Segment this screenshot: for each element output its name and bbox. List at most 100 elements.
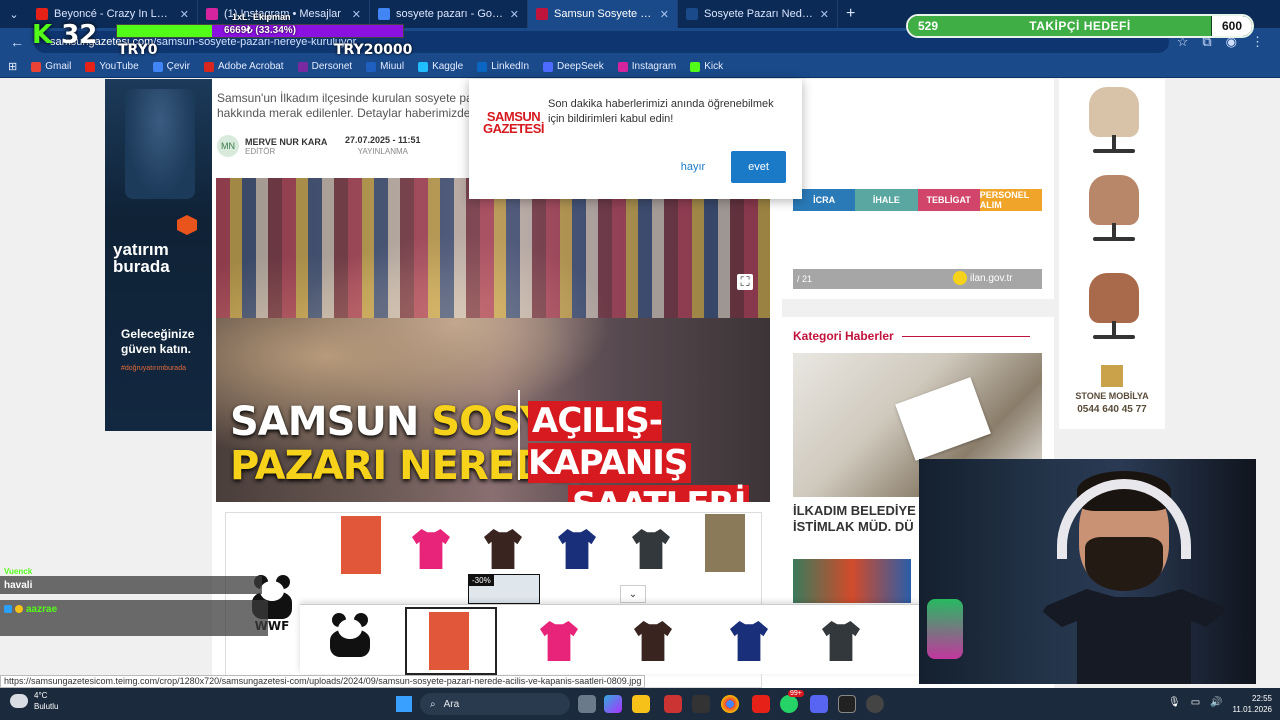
deny-button[interactable]: hayır [665, 153, 721, 181]
start-windows-icon[interactable] [396, 696, 412, 712]
ad-figure-illustration [125, 89, 195, 199]
carousel-product-item[interactable] [816, 613, 866, 669]
product-item[interactable] [478, 521, 528, 577]
tab-search-chevron-icon[interactable]: ⌄ [0, 0, 28, 28]
bookmark-item[interactable]: Kick [690, 61, 723, 72]
hero-red-line-1: AÇILIŞ- KAPANIŞ [528, 401, 692, 483]
bookmark-item[interactable]: Instagram [617, 61, 676, 72]
bookmark-item[interactable]: Kaggle [418, 61, 463, 72]
store-icon[interactable] [692, 695, 710, 713]
back-arrow-icon[interactable]: ← [8, 34, 26, 50]
collapse-chevron-button[interactable]: ⌄ [620, 585, 646, 603]
accept-button[interactable]: evet [731, 151, 786, 183]
menu-kebab-icon[interactable]: ⋮ [1251, 34, 1264, 50]
tab-favicon-icon [536, 8, 548, 20]
bookmark-label: Adobe Acrobat [217, 61, 284, 72]
browser-tab[interactable]: Samsun Sosyete Pazarı nereye ✕ [528, 0, 678, 28]
author-name[interactable]: MERVE NUR KARA [245, 137, 327, 147]
taskbar-search[interactable]: ⌕ Ara [420, 693, 570, 715]
sub-goal-title: 1xL: Ekipman [232, 12, 291, 22]
chat-user-2: aazrae [26, 603, 58, 615]
product-item[interactable] [406, 521, 456, 577]
carousel-product-item[interactable] [628, 613, 678, 669]
network-icon[interactable]: ▭ [1191, 697, 1200, 708]
link-status-url: https://samsungazetesicom.teimg.com/crop… [0, 675, 646, 688]
kategori-news-thumbnail[interactable] [793, 559, 911, 603]
news-app-icon[interactable] [664, 695, 682, 713]
goal-start-amount: TRY0 [118, 42, 158, 58]
author-avatar: MN [217, 135, 239, 157]
bookmark-item[interactable]: Gmail [31, 61, 71, 72]
ilan-gov-label: ilan.gov.tr [970, 272, 1013, 284]
follower-goal-label: TAKİPÇİ HEDEFİ [1029, 19, 1131, 33]
ilan-tab[interactable]: TEBLİGAT [917, 189, 980, 211]
apps-grid-icon[interactable]: ⊞ [8, 60, 17, 73]
streamer-body [1039, 589, 1229, 684]
tab-close-icon[interactable]: ✕ [352, 8, 361, 21]
weather-temp: 4°C [34, 691, 48, 700]
ad-hashtag: #doğruyatırımburada [121, 365, 186, 372]
right-banner-ad[interactable]: STONE MOBİLYA 0544 640 45 77 [1059, 79, 1165, 429]
bookmark-item[interactable]: YouTube [85, 61, 139, 72]
product-item[interactable] [552, 521, 602, 577]
ilan-gov-logo[interactable]: ilan.gov.tr [953, 271, 1013, 285]
bookmark-item[interactable]: DeepSeek [543, 61, 604, 72]
product-item[interactable] [626, 521, 676, 577]
new-tab-button[interactable]: + [838, 5, 863, 23]
kategori-news-headline[interactable]: İLKADIM BELEDİYE İSTİMLAK MÜD. DÜ [793, 503, 933, 535]
product-image [484, 529, 522, 569]
bookmark-label: LinkedIn [491, 61, 530, 72]
chrome-icon[interactable] [721, 695, 739, 713]
capcut-icon[interactable] [838, 695, 856, 713]
discount-product[interactable]: -30% [468, 574, 540, 604]
carousel-product-item[interactable] [534, 613, 584, 669]
tab-close-icon[interactable]: ✕ [820, 8, 829, 21]
office-chair-image [1079, 265, 1149, 343]
product-carousel[interactable] [300, 604, 920, 675]
hero-clothing-racks [216, 178, 770, 318]
follower-goal-bar: TAKİPÇİ HEDEFİ 529 600 [906, 14, 1254, 38]
left-banner-ad[interactable]: yatırım burada Geleceğinize güven katın.… [105, 79, 212, 431]
samsun-gazetesi-logo: SAMSUN GAZETESİ [483, 110, 545, 135]
tab-close-icon[interactable]: ✕ [660, 8, 669, 21]
browser-tab[interactable]: Sosyete Pazarı Nedir, Nerelerde ✕ [678, 0, 838, 28]
fullscreen-expand-icon[interactable]: ⛶ [737, 274, 753, 290]
bookmark-item[interactable]: Çevir [152, 61, 190, 72]
product-item[interactable] [700, 514, 750, 572]
file-explorer-icon[interactable] [632, 695, 650, 713]
bookmark-item[interactable]: Miuul [366, 61, 404, 72]
weather-widget[interactable]: 4°C Bulutlu [10, 690, 58, 712]
ad-brand-line-2: burada [113, 257, 170, 276]
system-clock[interactable]: 22:55 11.01.2026 [1228, 693, 1272, 715]
carousel-product-image [730, 621, 768, 661]
tab-close-icon[interactable]: ✕ [180, 8, 189, 21]
ilan-category-tabs: İCRA İHALE TEBLİGAT PERSONEL ALIM [793, 189, 1042, 211]
task-view-icon[interactable] [578, 695, 596, 713]
whatsapp-icon[interactable]: 99+ [780, 690, 804, 713]
mic-icon[interactable]: 🎙 [1168, 697, 1181, 708]
bookmark-favicon-icon [152, 61, 163, 72]
copilot-icon[interactable] [604, 695, 622, 713]
volume-icon[interactable]: 🔊 [1210, 697, 1222, 708]
product-item[interactable] [336, 516, 386, 574]
bookmark-label: Çevir [166, 61, 190, 72]
follower-target: 600 [1212, 16, 1252, 36]
carousel-product-item[interactable] [724, 613, 774, 669]
hero-divider [518, 390, 520, 480]
carousel-product-item[interactable] [424, 612, 474, 670]
cloud-icon [10, 694, 28, 708]
clock-date: 11.01.2026 [1232, 705, 1272, 714]
bookmark-item[interactable]: Adobe Acrobat [203, 61, 284, 72]
bookmark-item[interactable]: Dersonet [297, 61, 352, 72]
ilan-tab[interactable]: İHALE [855, 189, 918, 211]
youtube-icon[interactable] [752, 695, 770, 713]
tab-favicon-icon [206, 8, 218, 20]
bookmark-item[interactable]: LinkedIn [477, 61, 529, 72]
discord-icon[interactable] [810, 695, 828, 713]
ilan-tab[interactable]: PERSONEL ALIM [979, 189, 1042, 211]
hero-red-line-2: SAATLERİ [568, 485, 750, 502]
obs-icon[interactable] [866, 695, 884, 713]
tab-close-icon[interactable]: ✕ [510, 8, 519, 21]
ilan-tab[interactable]: İCRA [793, 189, 856, 211]
ilan-slider-bar: / 21 ilan.gov.tr [793, 269, 1042, 289]
